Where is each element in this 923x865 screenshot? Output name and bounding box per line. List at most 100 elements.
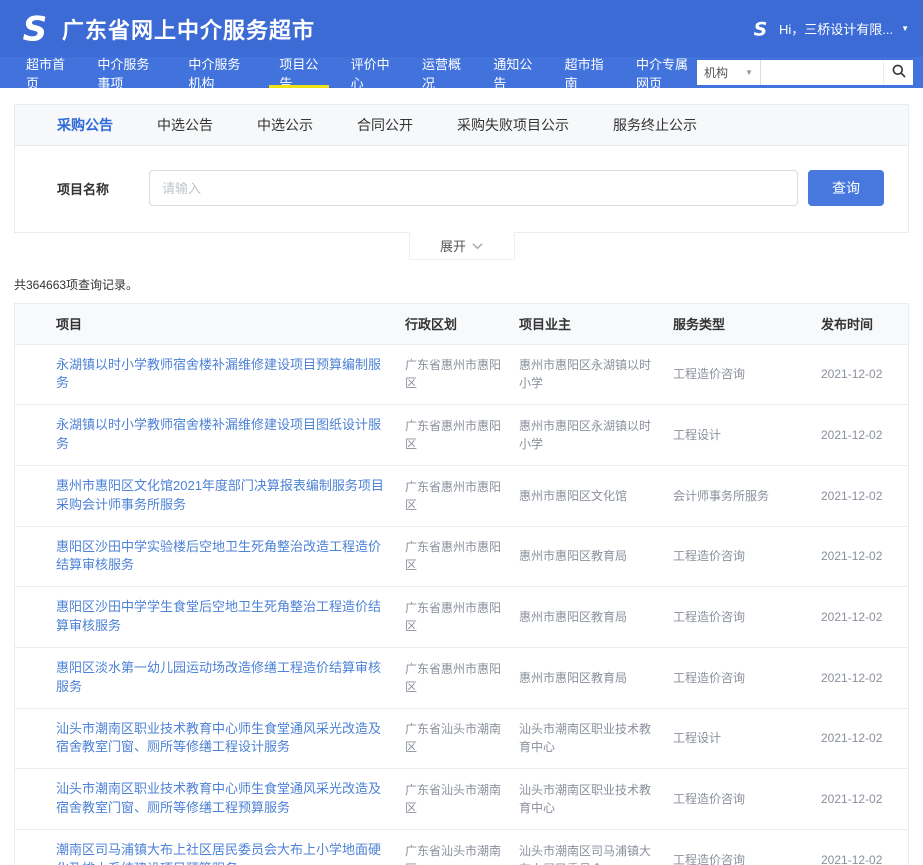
project-name-input[interactable] bbox=[149, 170, 798, 206]
region-cell: 广东省惠州市惠阳区 bbox=[405, 587, 519, 648]
expand-button-label: 展开 bbox=[440, 236, 466, 255]
project-link[interactable]: 永湖镇以时小学教师宿舍楼补漏维修建设项目预算编制服务 bbox=[56, 357, 381, 391]
nav-item-1[interactable]: 中介服务事项 bbox=[95, 57, 158, 88]
region-cell: 广东省惠州市惠阳区 bbox=[405, 526, 519, 587]
service-type-cell: 工程造价咨询 bbox=[673, 526, 821, 587]
column-header-3: 服务类型 bbox=[673, 304, 821, 344]
project-link[interactable]: 潮南区司马浦镇大布上社区居民委员会大布上小学地面硬化及排水系统建设项目预算服务 bbox=[56, 842, 381, 865]
owner-cell: 汕头市潮南区职业技术教育中心 bbox=[519, 769, 673, 830]
brand-logo-icon: S bbox=[16, 11, 52, 47]
column-header-2: 项目业主 bbox=[519, 304, 673, 344]
owner-cell: 汕头市潮南区司马浦镇大布上居民委员会 bbox=[519, 830, 673, 865]
nav-item-5[interactable]: 运营概况 bbox=[420, 57, 463, 88]
filter-form: 项目名称 查询 bbox=[15, 146, 908, 232]
column-header-1: 行政区划 bbox=[405, 304, 519, 344]
service-type-cell: 工程造价咨询 bbox=[673, 647, 821, 708]
query-button[interactable]: 查询 bbox=[808, 170, 884, 206]
service-type-cell: 工程造价咨询 bbox=[673, 769, 821, 830]
results-table: 项目行政区划项目业主服务类型发布时间 永湖镇以时小学教师宿舍楼补漏维修建设项目预… bbox=[15, 304, 908, 865]
user-menu[interactable]: S Hi，三桥设计有限... ▼ bbox=[749, 18, 909, 40]
region-cell: 广东省惠州市惠阳区 bbox=[405, 405, 519, 466]
project-link[interactable]: 惠阳区沙田中学学生食堂后空地卫生死角整治工程造价结算审核服务 bbox=[56, 599, 381, 633]
column-header-0: 项目 bbox=[15, 304, 405, 344]
service-type-cell: 会计师事务所服务 bbox=[673, 465, 821, 526]
region-cell: 广东省汕头市潮南区 bbox=[405, 830, 519, 865]
select-caret-down-icon: ▼ bbox=[745, 68, 753, 77]
user-logo-icon: S bbox=[749, 18, 771, 40]
project-link[interactable]: 永湖镇以时小学教师宿舍楼补漏维修建设项目图纸设计服务 bbox=[56, 417, 381, 451]
service-type-cell: 工程造价咨询 bbox=[673, 830, 821, 865]
project-cell: 汕头市潮南区职业技术教育中心师生食堂通风采光改造及宿舍教室门窗、厕所等修缮工程预… bbox=[15, 769, 405, 830]
service-type-cell: 工程设计 bbox=[673, 405, 821, 466]
user-caret-down-icon: ▼ bbox=[901, 24, 909, 33]
region-cell: 广东省惠州市惠阳区 bbox=[405, 647, 519, 708]
subtab-0[interactable]: 采购公告 bbox=[57, 115, 113, 135]
filter-card: 采购公告 中选公告 中选公示 合同公开 采购失败项目公示 服务终止公示 项目名称 查询 bbox=[14, 104, 909, 233]
main-nav-items: 超市首页中介服务事项中介服务机构项目公告评价中心运营概况通知公告超市指南中介专属… bbox=[24, 57, 697, 88]
nav-search-input[interactable] bbox=[761, 60, 883, 85]
publish-date-cell: 2021-12-02 bbox=[821, 769, 908, 830]
subtab-4[interactable]: 采购失败项目公示 bbox=[457, 115, 569, 135]
table-row: 惠州市惠阳区文化馆2021年度部门决算报表编制服务项目采购会计师事务所服务广东省… bbox=[15, 465, 908, 526]
owner-cell: 惠州市惠阳区文化馆 bbox=[519, 465, 673, 526]
nav-item-8[interactable]: 中介专属网页 bbox=[634, 57, 697, 88]
table-row: 惠阳区淡水第一幼儿园运动场改造修缮工程造价结算审核服务广东省惠州市惠阳区惠州市惠… bbox=[15, 647, 908, 708]
project-link[interactable]: 惠州市惠阳区文化馆2021年度部门决算报表编制服务项目采购会计师事务所服务 bbox=[56, 478, 384, 512]
service-type-cell: 工程造价咨询 bbox=[673, 587, 821, 648]
search-category-select[interactable]: 机构 ▼ bbox=[697, 60, 761, 85]
subtab-2[interactable]: 中选公示 bbox=[257, 115, 313, 135]
nav-search-button[interactable] bbox=[883, 60, 913, 85]
table-row: 汕头市潮南区职业技术教育中心师生食堂通风采光改造及宿舍教室门窗、厕所等修缮工程预… bbox=[15, 769, 908, 830]
nav-item-7[interactable]: 超市指南 bbox=[563, 57, 606, 88]
nav-item-6[interactable]: 通知公告 bbox=[491, 57, 534, 88]
column-header-4: 发布时间 bbox=[821, 304, 908, 344]
results-table-card: 项目行政区划项目业主服务类型发布时间 永湖镇以时小学教师宿舍楼补漏维修建设项目预… bbox=[14, 303, 909, 865]
nav-search: 机构 ▼ bbox=[697, 57, 913, 88]
table-row: 汕头市潮南区职业技术教育中心师生食堂通风采光改造及宿舍教室门窗、厕所等修缮工程设… bbox=[15, 708, 908, 769]
publish-date-cell: 2021-12-02 bbox=[821, 344, 908, 405]
publish-date-cell: 2021-12-02 bbox=[821, 587, 908, 648]
project-cell: 惠阳区沙田中学实验楼后空地卫生死角整治改造工程造价结算审核服务 bbox=[15, 526, 405, 587]
announcement-subtabs: 采购公告 中选公告 中选公示 合同公开 采购失败项目公示 服务终止公示 bbox=[15, 105, 908, 146]
table-row: 永湖镇以时小学教师宿舍楼补漏维修建设项目图纸设计服务广东省惠州市惠阳区惠州市惠阳… bbox=[15, 405, 908, 466]
project-link[interactable]: 惠阳区淡水第一幼儿园运动场改造修缮工程造价结算审核服务 bbox=[56, 660, 381, 694]
chevron-down-icon bbox=[472, 238, 483, 253]
owner-cell: 汕头市潮南区职业技术教育中心 bbox=[519, 708, 673, 769]
table-row: 永湖镇以时小学教师宿舍楼补漏维修建设项目预算编制服务广东省惠州市惠阳区惠州市惠阳… bbox=[15, 344, 908, 405]
search-category-value: 机构 bbox=[704, 64, 728, 81]
expand-button[interactable]: 展开 bbox=[409, 232, 515, 260]
project-link[interactable]: 汕头市潮南区职业技术教育中心师生食堂通风采光改造及宿舍教室门窗、厕所等修缮工程设… bbox=[56, 721, 381, 755]
main-nav: 超市首页中介服务事项中介服务机构项目公告评价中心运营概况通知公告超市指南中介专属… bbox=[0, 57, 923, 88]
publish-date-cell: 2021-12-02 bbox=[821, 526, 908, 587]
svg-text:S: S bbox=[23, 11, 48, 47]
project-link[interactable]: 汕头市潮南区职业技术教育中心师生食堂通风采光改造及宿舍教室门窗、厕所等修缮工程预… bbox=[56, 781, 381, 815]
publish-date-cell: 2021-12-02 bbox=[821, 708, 908, 769]
subtab-1[interactable]: 中选公告 bbox=[157, 115, 213, 135]
subtab-3[interactable]: 合同公开 bbox=[357, 115, 413, 135]
user-greeting: Hi，三桥设计有限... bbox=[779, 19, 893, 38]
region-cell: 广东省汕头市潮南区 bbox=[405, 769, 519, 830]
app-title: 广东省网上中介服务超市 bbox=[62, 13, 315, 45]
table-body: 永湖镇以时小学教师宿舍楼补漏维修建设项目预算编制服务广东省惠州市惠阳区惠州市惠阳… bbox=[15, 344, 908, 865]
search-icon bbox=[891, 63, 907, 82]
table-row: 潮南区司马浦镇大布上社区居民委员会大布上小学地面硬化及排水系统建设项目预算服务 广… bbox=[15, 830, 908, 865]
project-link[interactable]: 惠阳区沙田中学实验楼后空地卫生死角整治改造工程造价结算审核服务 bbox=[56, 539, 381, 573]
nav-item-2[interactable]: 中介服务机构 bbox=[186, 57, 249, 88]
subtab-5[interactable]: 服务终止公示 bbox=[613, 115, 697, 135]
project-cell: 永湖镇以时小学教师宿舍楼补漏维修建设项目图纸设计服务 bbox=[15, 405, 405, 466]
publish-date-cell: 2021-12-02 bbox=[821, 405, 908, 466]
region-cell: 广东省汕头市潮南区 bbox=[405, 708, 519, 769]
result-count: 共364663项查询记录。 bbox=[14, 276, 909, 293]
table-row: 惠阳区沙田中学学生食堂后空地卫生死角整治工程造价结算审核服务广东省惠州市惠阳区惠… bbox=[15, 587, 908, 648]
nav-item-3[interactable]: 项目公告 bbox=[277, 57, 320, 88]
svg-text:S: S bbox=[754, 19, 768, 39]
nav-item-0[interactable]: 超市首页 bbox=[24, 57, 67, 88]
project-cell: 永湖镇以时小学教师宿舍楼补漏维修建设项目预算编制服务 bbox=[15, 344, 405, 405]
table-row: 惠阳区沙田中学实验楼后空地卫生死角整治改造工程造价结算审核服务广东省惠州市惠阳区… bbox=[15, 526, 908, 587]
table-header-row: 项目行政区划项目业主服务类型发布时间 bbox=[15, 304, 908, 344]
service-type-cell: 工程设计 bbox=[673, 708, 821, 769]
nav-item-4[interactable]: 评价中心 bbox=[349, 57, 392, 88]
project-cell: 惠阳区沙田中学学生食堂后空地卫生死角整治工程造价结算审核服务 bbox=[15, 587, 405, 648]
project-name-label: 项目名称 bbox=[57, 179, 149, 198]
publish-date-cell: 2021-12-02 bbox=[821, 830, 908, 865]
